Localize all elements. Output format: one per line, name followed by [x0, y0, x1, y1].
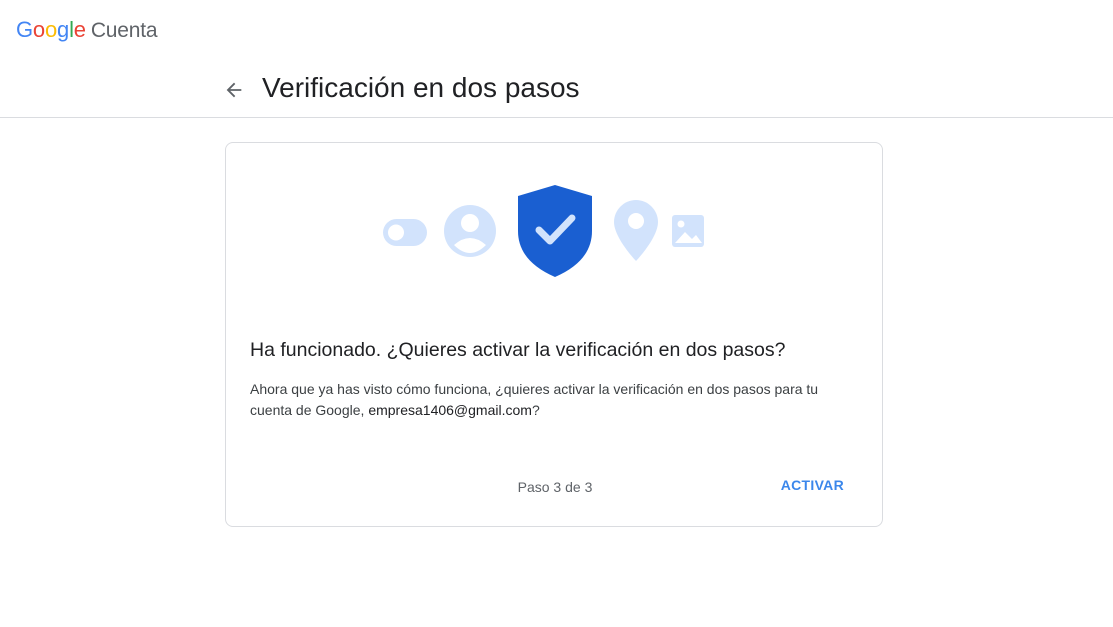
- image-icon: [672, 215, 704, 247]
- description-suffix: ?: [531, 402, 540, 418]
- page-header: Verificación en dos pasos: [0, 60, 1113, 118]
- google-account-logo[interactable]: Google Cuenta: [16, 17, 158, 43]
- confirmation-card: Ha funcionado. ¿Quieres activar la verif…: [225, 142, 883, 527]
- account-circle-icon: [444, 205, 496, 257]
- logo-letter: e: [73, 17, 86, 42]
- activate-button[interactable]: ACTIVAR: [781, 477, 844, 493]
- card-description: Ahora que ya has visto cómo funciona, ¿q…: [250, 379, 850, 421]
- top-bar: Google Cuenta: [0, 0, 1113, 60]
- logo-letter: o: [32, 17, 45, 42]
- location-pin-icon: [614, 200, 658, 261]
- shield-check-icon: [518, 185, 592, 277]
- logo-letter: g: [57, 17, 70, 42]
- arrow-back-icon: [226, 82, 242, 98]
- back-button[interactable]: [220, 76, 248, 104]
- product-name: Cuenta: [90, 19, 158, 42]
- logo-letter: o: [44, 17, 58, 42]
- page-title: Verificación en dos pasos: [262, 72, 580, 103]
- logo-letter: G: [16, 17, 33, 42]
- account-email: empresa1406@gmail.com: [368, 402, 532, 418]
- toggle-icon: [383, 219, 427, 246]
- security-illustration: [383, 185, 704, 277]
- card-heading: Ha funcionado. ¿Quieres activar la verif…: [250, 339, 786, 361]
